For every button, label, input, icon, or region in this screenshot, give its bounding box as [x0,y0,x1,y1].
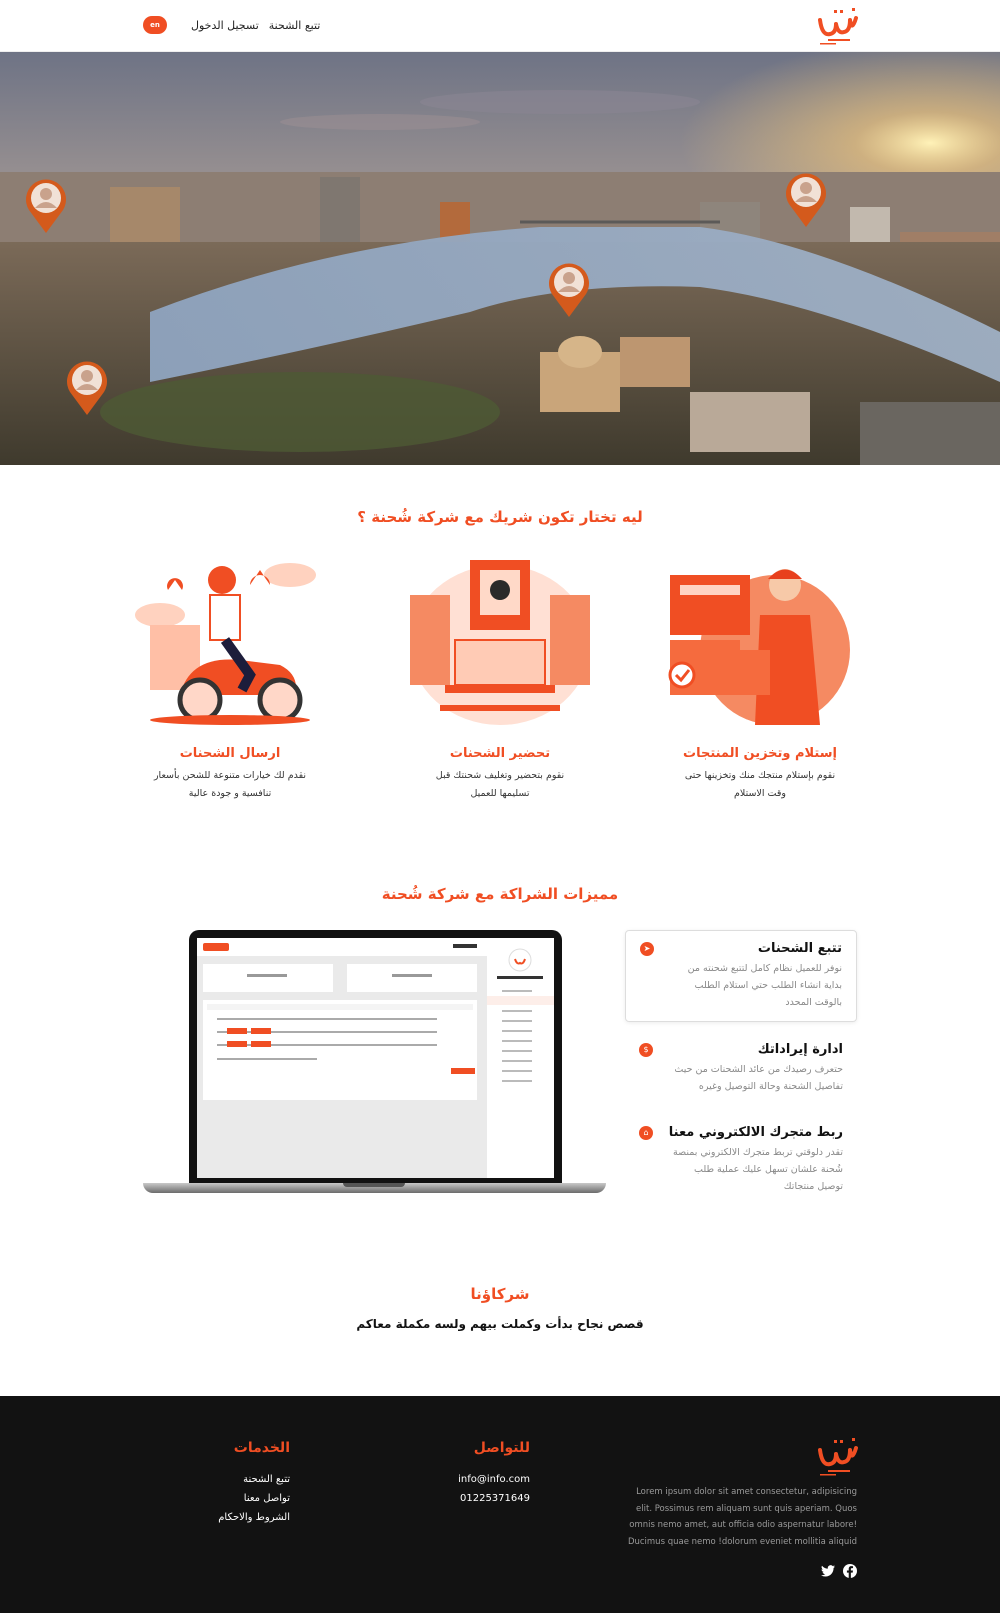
warehouse-worker-illustration [668,569,850,725]
delivery-scooter-illustration [135,563,316,725]
hero-city-image [0,52,1000,465]
laptop-screen-frame [189,930,562,1186]
feature-desc: حتعرف رصيدك من عائد الشحنات من حيث تفاصي… [674,1064,843,1092]
why-item-desc: نقوم بإستلام منتجك منك وتخزينها حتى وقت … [684,770,836,799]
why-item-desc: نقدم لك خيارات متنوعة للشحن بأسعار تنافس… [153,770,307,799]
location-pin-icon [549,263,589,317]
laptop-notch [343,1183,405,1187]
feature-title: ربط متجرك الالكتروني معنا [668,1125,843,1140]
footer-about-text: Lorem ipsum dolor sit amet consectetur, … [627,1487,857,1547]
feature-title: ادارة إيراداتك [757,1042,843,1057]
footer-link-terms[interactable]: الشروط والاحكام [218,1512,290,1524]
footer-phone-link[interactable]: 01225371649 [458,1493,530,1505]
social-links [821,1564,857,1578]
language-toggle-button[interactable]: en [143,16,167,34]
why-section-title: ليه تختار تكون شريك مع شركة شُحنة ؟ [357,508,643,526]
location-pin-icon [26,179,66,233]
why-item-title: تحضير الشحنات [449,746,551,761]
compass-icon: ➤ [640,941,654,956]
feature-item-store-link[interactable]: ربط متجرك الالكتروني معنا ⌂ تقدر دلوقتي … [625,1115,857,1205]
footer-link-track[interactable]: تتبع الشحنة [218,1474,290,1486]
footer-services-title: الخدمات [233,1440,290,1456]
feature-desc: تقدر دلوقتي تربط متجرك الالكتروني بمنصة … [673,1147,843,1192]
feature-title: تتبع الشحنات [757,941,842,956]
navbar: en تسجيل الدخول تتبع الشحنة [0,0,1000,52]
feature-desc: نوفر للعميل نظام كامل لتتبع شحنته من بدا… [687,963,842,1008]
footer: Lorem ipsum dolor sit amet consectetur, … [0,1396,1000,1613]
why-item-desc: نقوم بتحضير وتغليف شحنتك قبل تسليمها للع… [435,770,565,799]
nav-links: en تسجيل الدخول تتبع الشحنة [143,16,320,34]
footer-contact-column: للتواصل info@info.com 01225371649 [458,1440,530,1512]
why-item-send: ارسال الشحنات نقدم لك خيارات متنوعة للشح… [130,555,330,803]
why-item-receive-store: إستلام وتخزين المنتجات نقوم بإستلام منتج… [660,555,860,803]
laptop-mockup [143,930,606,1200]
dollar-icon: $ [639,1042,653,1057]
footer-services-column: الخدمات تتبع الشحنة تواصل معنا الشروط وا… [218,1440,290,1531]
login-link[interactable]: تسجيل الدخول [191,19,259,32]
location-pin-icon [786,173,826,227]
hero-banner [0,52,1000,465]
track-shipment-link[interactable]: تتبع الشحنة [269,19,321,32]
footer-brand-logo[interactable] [816,1436,860,1478]
features-list: تتبع الشحنات ➤ نوفر للعميل نظام كامل لتت… [625,930,857,1215]
why-item-title: إستلام وتخزين المنتجات [683,746,837,761]
partners-subtitle: قصص نجاح بدأت وكملت بيهم ولسه مكملة معاك… [356,1317,644,1331]
footer-contact-title: للتواصل [473,1440,530,1456]
why-item-title: ارسال الشحنات [179,746,281,761]
feature-item-revenue[interactable]: ادارة إيراداتك $ حتعرف رصيدك من عائد الش… [625,1032,857,1105]
store-icon: ⌂ [639,1125,653,1140]
footer-email-link[interactable]: info@info.com [458,1474,530,1486]
dashboard-screenshot [197,938,554,1178]
why-item-prepare: تحضير الشحنات نقوم بتحضير وتغليف شحنتك ق… [400,555,600,803]
facebook-icon[interactable] [843,1564,857,1578]
twitter-icon[interactable] [821,1564,835,1578]
forklift-illustration [410,560,590,725]
location-pin-icon [67,361,107,415]
footer-link-contact[interactable]: تواصل معنا [218,1493,290,1505]
features-section-title: مميزات الشراكة مع شركة شُحنة [381,885,619,903]
partners-title: شركاؤنا [470,1285,530,1303]
brand-logo[interactable] [816,6,860,46]
feature-item-tracking[interactable]: تتبع الشحنات ➤ نوفر للعميل نظام كامل لتت… [625,930,857,1022]
